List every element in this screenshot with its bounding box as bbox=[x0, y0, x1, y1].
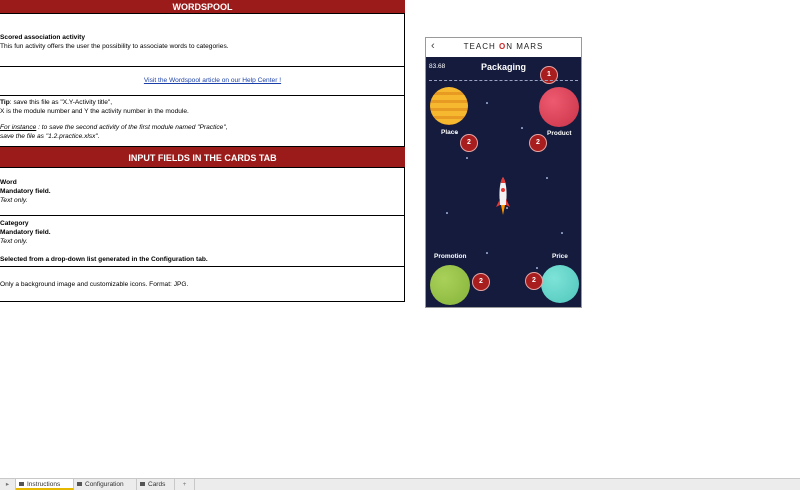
activity-title: Packaging bbox=[480, 62, 527, 72]
planet-label-place: Place bbox=[441, 129, 458, 136]
planet-price[interactable] bbox=[541, 265, 579, 303]
star-icon bbox=[536, 267, 538, 269]
rocket-icon[interactable] bbox=[496, 175, 510, 217]
star-icon bbox=[486, 252, 488, 254]
remaining-badge: 1 bbox=[540, 66, 558, 84]
separator-line bbox=[429, 80, 578, 81]
badge-promotion: 2 bbox=[472, 273, 490, 291]
input-fields-header: INPUT FIELDS IN THE CARDS TAB bbox=[0, 146, 405, 168]
category-name: Category bbox=[0, 220, 29, 227]
tab-instructions[interactable]: Instructions bbox=[16, 479, 74, 490]
background-cell[interactable]: Only a background image and customizable… bbox=[0, 280, 405, 289]
instructions-sheet: WORDSPOOL Scored association activity Th… bbox=[0, 0, 405, 302]
badge-product: 2 bbox=[529, 134, 547, 152]
star-icon bbox=[561, 232, 563, 234]
tip-line1: : save this file as "X.Y-Activity title"… bbox=[9, 99, 113, 106]
star-icon bbox=[466, 157, 468, 159]
row-divider bbox=[0, 215, 405, 216]
instance-label: For instance bbox=[0, 124, 37, 131]
intro-heading: Scored association activity bbox=[0, 34, 86, 41]
row-divider bbox=[0, 95, 405, 96]
phone-header: ‹ TEACH ON MARS bbox=[426, 38, 581, 58]
star-icon bbox=[446, 212, 448, 214]
planet-label-product: Product bbox=[547, 130, 572, 137]
add-sheet-button[interactable]: + bbox=[175, 479, 195, 490]
input-fields-header-text: INPUT FIELDS IN THE CARDS TAB bbox=[128, 153, 277, 163]
row-divider bbox=[0, 266, 405, 267]
word-cell[interactable]: Word Mandatory field. Text only. bbox=[0, 178, 405, 205]
help-link-cell: Visit the Wordspool article on our Help … bbox=[0, 76, 405, 85]
tab-cards-label: Cards bbox=[148, 481, 166, 488]
planet-product[interactable] bbox=[539, 87, 579, 127]
wordspool-header-text: WORDSPOOL bbox=[172, 2, 233, 12]
planet-label-price: Price bbox=[552, 253, 568, 260]
brand-right: N MARS bbox=[506, 42, 544, 51]
background-note: Only a background image and customizable… bbox=[0, 281, 189, 288]
star-icon bbox=[546, 177, 548, 179]
tip-line3: : to save the second activity of the fir… bbox=[36, 124, 228, 131]
planet-place[interactable] bbox=[430, 87, 468, 125]
tip-cell[interactable]: Tip: save this file as "X.Y-Activity tit… bbox=[0, 98, 405, 141]
tab-instructions-label: Instructions bbox=[27, 481, 61, 488]
badge-price: 2 bbox=[525, 272, 543, 290]
lock-icon bbox=[140, 482, 145, 486]
badge-place: 2 bbox=[460, 134, 478, 152]
game-area: 83.68 Packaging 1 Place 2 Product 2 Prom… bbox=[426, 57, 581, 307]
sheet-tab-bar: ▸ Instructions Configuration Cards + bbox=[0, 478, 800, 490]
tip-line4: save the file as "1.2.practice.xlsx". bbox=[0, 133, 100, 140]
brand-left: TEACH bbox=[463, 42, 496, 51]
category-cell[interactable]: Category Mandatory field. Text only. Sel… bbox=[0, 219, 405, 264]
tab-cards[interactable]: Cards bbox=[137, 479, 175, 490]
lock-icon bbox=[77, 482, 82, 486]
planet-promotion[interactable] bbox=[430, 265, 470, 305]
word-required: Mandatory field. bbox=[0, 188, 51, 195]
tip-label: Tip bbox=[0, 99, 10, 106]
phone-preview: ‹ TEACH ON MARS 83.68 Packaging 1 Place … bbox=[425, 37, 582, 308]
star-icon bbox=[521, 127, 523, 129]
lock-icon bbox=[19, 482, 24, 486]
category-required: Mandatory field. bbox=[0, 229, 51, 236]
category-type: Text only. bbox=[0, 238, 28, 245]
word-name: Word bbox=[0, 179, 17, 186]
help-center-link[interactable]: Visit the Wordspool article on our Help … bbox=[144, 77, 281, 84]
tab-configuration[interactable]: Configuration bbox=[74, 479, 137, 490]
wordspool-header: WORDSPOOL bbox=[0, 0, 405, 14]
category-note: Selected from a drop-down list generated… bbox=[0, 256, 208, 263]
row-divider bbox=[0, 66, 405, 67]
intro-text: This fun activity offers the user the po… bbox=[0, 43, 229, 50]
brand-logo: TEACH ON MARS bbox=[426, 42, 581, 51]
intro-cell[interactable]: Scored association activity This fun act… bbox=[0, 33, 405, 51]
planet-label-promotion: Promotion bbox=[434, 253, 467, 260]
play-icon[interactable]: ▸ bbox=[0, 479, 16, 490]
tab-configuration-label: Configuration bbox=[85, 481, 124, 488]
star-icon bbox=[486, 102, 488, 104]
tip-line2: X is the module number and Y the activit… bbox=[0, 108, 189, 115]
word-type: Text only. bbox=[0, 197, 28, 204]
